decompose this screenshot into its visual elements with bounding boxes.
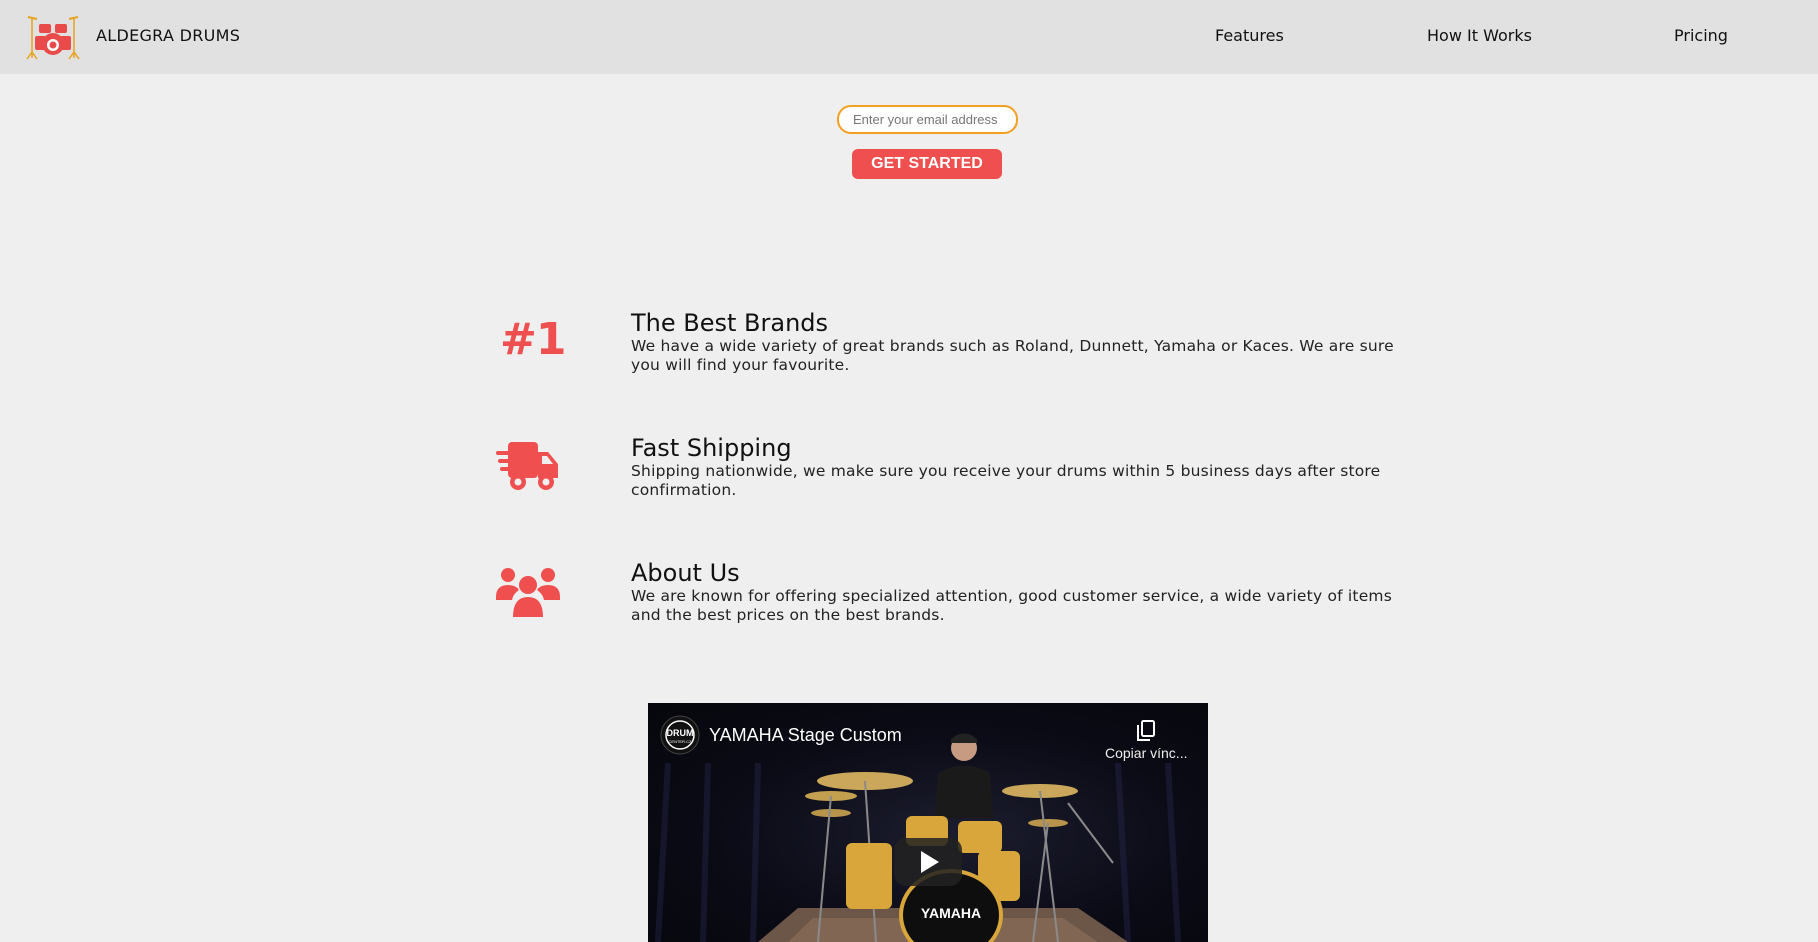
nav-link-features[interactable]: Features: [1215, 26, 1284, 45]
nav-link-how-it-works[interactable]: How It Works: [1427, 26, 1532, 45]
number-one-icon: #1: [500, 314, 566, 365]
site-header: ALDEGRA DRUMS Features How It Works Pric…: [0, 0, 1818, 74]
feature-description-brands: We have a wide variety of great brands s…: [631, 337, 1394, 374]
truck-icon: [496, 442, 558, 490]
email-input[interactable]: [837, 105, 1018, 134]
video-title[interactable]: YAMAHA Stage Custom: [709, 725, 902, 746]
feature-title-shipping: Fast Shipping: [631, 434, 792, 462]
video-player[interactable]: DRUM CENTER.CZ YAMAHA Stage Custom Copia…: [648, 703, 1208, 942]
copy-link-button[interactable]: Copiar vínc...: [1105, 745, 1187, 761]
users-icon: [496, 568, 560, 617]
feature-title-about: About Us: [631, 559, 740, 587]
brand-name: ALDEGRA DRUMS: [96, 26, 241, 45]
play-icon[interactable]: [894, 838, 962, 886]
feature-description-shipping: Shipping nationwide, we make sure you re…: [631, 462, 1381, 499]
drum-kit-logo[interactable]: [26, 12, 80, 60]
channel-logo-subtext: CENTER.CZ: [668, 739, 692, 744]
channel-logo-text: DRUM: [666, 728, 694, 738]
get-started-button[interactable]: GET STARTED: [852, 149, 1002, 179]
feature-description-about: We are known for offering specialized at…: [631, 587, 1393, 624]
bass-drum-brand: YAMAHA: [920, 905, 982, 921]
nav-link-pricing[interactable]: Pricing: [1674, 26, 1728, 45]
feature-title-brands: The Best Brands: [631, 309, 829, 337]
